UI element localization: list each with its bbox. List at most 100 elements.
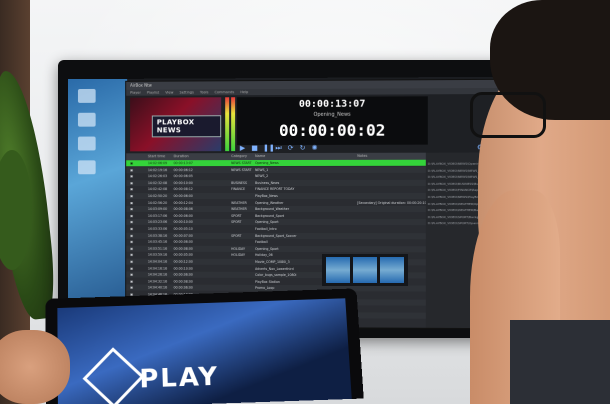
refresh-icon[interactable]: ↻ xyxy=(299,144,306,152)
clip-type-icon: ▣ xyxy=(130,220,134,225)
clip-type-icon: ▣ xyxy=(130,226,134,231)
menu-item[interactable]: Help xyxy=(240,90,248,94)
row-start-time: 14:02:06:09 xyxy=(147,161,168,166)
row-duration: 00:00:10:00 xyxy=(173,180,193,185)
menu-item[interactable]: Playlist xyxy=(147,91,159,95)
row-name: PlayBox Station xyxy=(255,279,280,284)
row-category: WEATHER xyxy=(231,200,247,205)
row-name: FINANCE REPORT TODAY xyxy=(255,187,295,192)
row-category: BUSINESS xyxy=(231,180,248,185)
clip-type-icon: ▣ xyxy=(130,187,134,192)
row-duration: 00:00:07:00 xyxy=(173,233,193,238)
row-start-time: 14:02:26:03 xyxy=(147,174,168,179)
row-duration: 00:00:12:00 xyxy=(173,259,193,264)
menu-item[interactable]: Settings xyxy=(180,90,194,94)
pause-icon[interactable]: ❚❚ xyxy=(263,144,275,152)
row-category: WEATHER xyxy=(231,207,247,212)
preview-logo: PLAYBOX NEWS xyxy=(151,115,222,138)
row-duration: 00:00:05:00 xyxy=(173,253,193,258)
menu-item[interactable]: Commands xyxy=(215,90,235,94)
row-start-time: 14:04:26:16 xyxy=(147,272,168,277)
current-clip-name: Opening_News xyxy=(313,111,351,118)
clip-type-icon: ▣ xyxy=(130,272,134,277)
menu-item[interactable]: Tools xyxy=(200,90,209,94)
row-name: Opening_News xyxy=(255,161,279,166)
row-name: Football xyxy=(255,240,268,245)
col-notes[interactable]: Notes xyxy=(357,153,367,160)
row-category: NEWS START xyxy=(231,161,252,166)
clip-type-icon: ▣ xyxy=(130,246,134,251)
clip-type-icon: ▣ xyxy=(130,233,134,238)
row-duration: 00:00:06:00 xyxy=(173,285,193,291)
next-icon[interactable]: ⏭ xyxy=(275,144,282,152)
col-name[interactable]: Name xyxy=(255,153,265,160)
clip-type-icon: ▣ xyxy=(130,161,134,166)
left-hand xyxy=(0,330,70,404)
desktop-wallpaper xyxy=(68,78,128,328)
player-area: PLAYBOX NEWS 00:00:13:07 Opening_News 00… xyxy=(126,93,500,154)
row-start-time: 14:02:19:16 xyxy=(147,167,168,172)
photo-scene: AirBox Ntw Player Playlist View Settings… xyxy=(0,0,610,404)
row-start-time: 14:03:33:06 xyxy=(147,226,168,231)
row-duration: 00:00:06:00 xyxy=(173,272,193,277)
desktop-icon[interactable] xyxy=(77,112,96,127)
row-name: Movie_COMP_1080i_3 xyxy=(255,259,290,265)
row-start-time: 14:02:50:20 xyxy=(147,194,168,199)
row-name: Opening_Sport xyxy=(255,246,279,251)
row-name: Background_Weather xyxy=(255,207,290,212)
menu-item[interactable]: Player xyxy=(130,91,141,95)
col-duration[interactable]: Duration xyxy=(174,153,189,160)
row-name: PlayBox_News xyxy=(255,194,278,199)
clip-type-icon: ▣ xyxy=(130,213,134,218)
row-name: Business_News xyxy=(255,180,280,185)
row-name: Holiday_06 xyxy=(255,253,273,258)
clip-type-icon: ▣ xyxy=(130,200,134,205)
desktop-icon[interactable] xyxy=(77,136,96,151)
timer-display: 00:00:13:07 Opening_News 00:00:00:02 xyxy=(237,96,428,146)
clip-type-icon: ▣ xyxy=(130,285,134,290)
row-name: NEWS_1 xyxy=(255,167,269,172)
row-start-time: 14:02:56:20 xyxy=(147,200,168,205)
row-start-time: 14:04:16:16 xyxy=(147,266,168,271)
desktop-icon[interactable] xyxy=(77,88,96,103)
waveform xyxy=(380,257,404,283)
row-start-time: 14:03:09:00 xyxy=(147,207,168,212)
row-category: SPORT xyxy=(231,233,242,238)
row-start-time: 14:03:17:06 xyxy=(147,213,168,218)
row-start-time: 14:04:04:16 xyxy=(147,259,168,264)
row-duration: 00:00:13:07 xyxy=(173,161,193,166)
row-category: FINANCE xyxy=(231,187,246,192)
row-duration: 00:00:08:06 xyxy=(173,207,193,212)
audio-meter xyxy=(231,97,236,152)
row-duration: 00:00:08:00 xyxy=(173,246,193,251)
col-start-time[interactable]: Start time xyxy=(148,153,165,160)
loop-icon[interactable]: ⟳ xyxy=(287,144,294,152)
row-category: HOLIDAY xyxy=(231,253,245,258)
settings-icon[interactable]: ✺ xyxy=(311,144,318,152)
audio-meter xyxy=(225,97,230,152)
clip-type-icon: ▣ xyxy=(130,167,134,172)
row-duration: 00:00:05:10 xyxy=(173,226,193,231)
row-duration: 00:00:06:05 xyxy=(173,174,193,179)
shirt xyxy=(510,320,610,404)
row-duration: 00:00:12:04 xyxy=(173,200,193,205)
clip-type-icon: ▣ xyxy=(130,180,134,185)
clip-type-icon: ▣ xyxy=(130,266,134,271)
tablet-screen: PLAY xyxy=(57,298,352,404)
elapsed-timer: 00:00:00:02 xyxy=(279,120,386,141)
stop-icon[interactable]: ■ xyxy=(251,144,258,152)
row-name: Adverts_Nov_Lowerthird xyxy=(255,266,294,271)
clip-type-icon: ▣ xyxy=(130,207,134,212)
clip-type-icon: ▣ xyxy=(130,194,134,199)
col-category[interactable]: Category xyxy=(231,153,247,160)
row-category: SPORT xyxy=(231,213,242,218)
play-icon[interactable]: ▶ xyxy=(239,144,246,152)
row-name: Color_bugs_sample_1080i xyxy=(255,273,297,278)
menu-item[interactable]: View xyxy=(165,91,173,95)
row-start-time: 14:03:45:16 xyxy=(147,239,168,244)
glasses xyxy=(470,92,546,138)
row-start-time: 14:03:51:16 xyxy=(147,246,168,251)
desktop-icon[interactable] xyxy=(77,160,96,175)
row-name: Football_Intro xyxy=(255,226,277,231)
row-start-time: 14:03:23:06 xyxy=(147,220,168,225)
